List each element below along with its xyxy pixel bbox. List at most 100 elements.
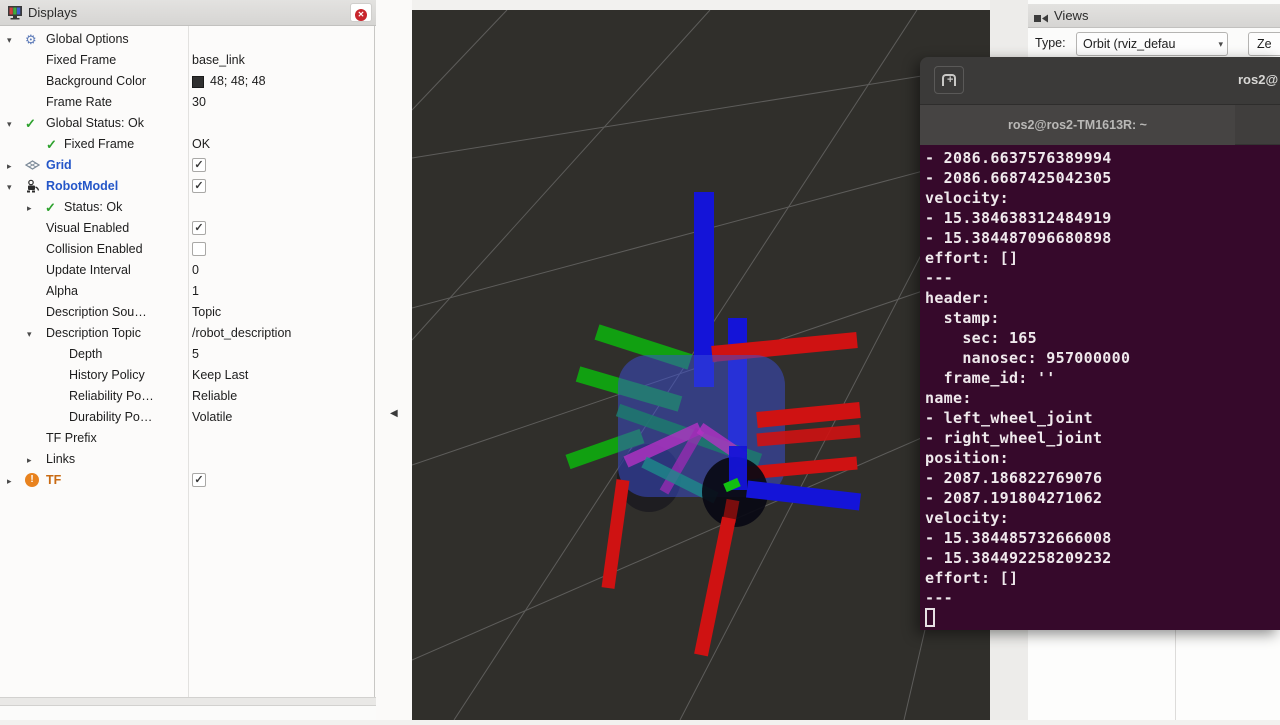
terminal-line: nanosec: 957000000 xyxy=(925,348,1280,368)
displays-close-button[interactable]: ✕ xyxy=(350,3,372,22)
tree-row-fixed-frame-status[interactable]: ✓ Fixed Frame OK xyxy=(0,134,374,155)
tree-row-description-source[interactable]: Description Sou… Topic xyxy=(0,302,374,323)
terminal-line: - 15.384487096680898 xyxy=(925,228,1280,248)
terminal-line: - 2086.6687425042305 xyxy=(925,168,1280,188)
expander-icon[interactable]: ▸ xyxy=(7,156,12,177)
row-label: Collision Enabled xyxy=(46,239,143,260)
row-label: Frame Rate xyxy=(46,92,112,113)
tree-row-tf-prefix[interactable]: TF Prefix xyxy=(0,428,374,449)
row-label: RobotModel xyxy=(46,176,118,197)
terminal-output[interactable]: - 2086.6637576389994 - 2086.668742504230… xyxy=(920,145,1280,630)
new-tab-button[interactable]: + xyxy=(934,66,964,94)
expander-icon[interactable]: ▾ xyxy=(27,324,32,345)
view-type-dropdown[interactable]: Orbit (rviz_defau ▾ xyxy=(1076,32,1228,56)
tree-row-durability-policy[interactable]: Durability Po… Volatile xyxy=(0,407,374,428)
plus-icon: + xyxy=(947,74,953,86)
terminal-line: frame_id: '' xyxy=(925,368,1280,388)
row-value[interactable]: /robot_description xyxy=(192,323,291,344)
row-value[interactable]: base_link xyxy=(192,50,245,71)
row-value[interactable]: 1 xyxy=(192,281,199,302)
terminal-tab[interactable]: ros2@ros2-TM1613R: ~ xyxy=(920,105,1235,145)
row-label: Global Options xyxy=(46,29,129,50)
tf-checkbox[interactable]: ✓ xyxy=(192,473,206,487)
expander-icon[interactable]: ▸ xyxy=(7,471,12,492)
views-panel-header[interactable]: Views xyxy=(1028,4,1280,28)
expander-icon[interactable]: ▸ xyxy=(27,450,32,471)
row-value[interactable]: 5 xyxy=(192,344,199,365)
tree-row-links[interactable]: ▸ Links xyxy=(0,449,374,470)
expander-icon[interactable]: ▾ xyxy=(7,177,12,198)
tree-row-frame-rate[interactable]: Frame Rate 30 xyxy=(0,92,374,113)
tree-row-status-ok[interactable]: ▸ ✓ Status: Ok xyxy=(0,197,374,218)
tree-row-tf[interactable]: ▸ ! TF ✓ xyxy=(0,470,374,491)
tf-axis-x xyxy=(608,480,623,588)
collapse-arrow-icon[interactable]: ◀ xyxy=(390,408,398,419)
row-value[interactable]: 0 xyxy=(192,260,199,281)
displays-bottom-splitter[interactable] xyxy=(0,697,376,706)
expander-icon[interactable]: ▾ xyxy=(7,114,12,135)
views-panel-title: Views xyxy=(1054,8,1088,23)
terminal-tabbar[interactable]: ros2@ros2-TM1613R: ~ xyxy=(920,105,1280,145)
terminal-window-title: ros2@ xyxy=(1238,72,1278,87)
row-label: Update Interval xyxy=(46,260,131,281)
row-label: TF xyxy=(46,470,61,491)
type-label: Type: xyxy=(1035,36,1066,50)
row-value[interactable]: Reliable xyxy=(192,386,237,407)
row-value[interactable]: Topic xyxy=(192,302,221,323)
row-label: Durability Po… xyxy=(69,407,152,428)
robotmodel-checkbox[interactable]: ✓ xyxy=(192,179,206,193)
tree-row-global-status[interactable]: ▾ ✓ Global Status: Ok xyxy=(0,113,374,134)
status-ok-icon: ✓ xyxy=(45,197,56,218)
tree-row-depth[interactable]: Depth 5 xyxy=(0,344,374,365)
terminal-line: effort: [] xyxy=(925,248,1280,268)
terminal-titlebar[interactable]: + ros2@ xyxy=(920,57,1280,105)
panel-viewport-splitter[interactable]: ◀ xyxy=(376,0,412,720)
terminal-window[interactable]: + ros2@ ros2@ros2-TM1613R: ~ - 2086.6637… xyxy=(920,57,1280,630)
close-icon: ✕ xyxy=(355,9,367,21)
tree-row-update-interval[interactable]: Update Interval 0 xyxy=(0,260,374,281)
tree-row-fixed-frame[interactable]: Fixed Frame base_link xyxy=(0,50,374,71)
tree-row-robotmodel[interactable]: ▾ RobotModel ✓ xyxy=(0,176,374,197)
status-ok-icon: ✓ xyxy=(25,113,36,134)
row-label: Description Sou… xyxy=(46,302,147,323)
terminal-line: - left_wheel_joint xyxy=(925,408,1280,428)
terminal-line: - 2087.186822769076 xyxy=(925,468,1280,488)
row-value[interactable]: Volatile xyxy=(192,407,232,428)
zero-button[interactable]: Ze xyxy=(1248,32,1280,56)
row-value[interactable]: 30 xyxy=(192,92,206,113)
tree-row-description-topic[interactable]: ▾ Description Topic /robot_description xyxy=(0,323,374,344)
visual-enabled-checkbox[interactable]: ✓ xyxy=(192,221,206,235)
tree-row-history-policy[interactable]: History Policy Keep Last xyxy=(0,365,374,386)
row-value: OK xyxy=(192,134,210,155)
chevron-down-icon: ▾ xyxy=(1218,39,1223,50)
row-value[interactable]: Keep Last xyxy=(192,365,248,386)
tree-row-visual-enabled[interactable]: Visual Enabled ✓ xyxy=(0,218,374,239)
expander-icon[interactable]: ▸ xyxy=(27,198,32,219)
robot-model xyxy=(568,192,860,655)
terminal-line: - 15.384492258209232 xyxy=(925,548,1280,568)
tree-row-global-options[interactable]: ▾ ⚙ Global Options xyxy=(0,29,374,50)
color-swatch[interactable] xyxy=(192,76,204,88)
tree-row-reliability-policy[interactable]: Reliability Po… Reliable xyxy=(0,386,374,407)
displays-panel-header[interactable]: Displays ✕ xyxy=(0,0,376,26)
collision-enabled-checkbox[interactable] xyxy=(192,242,206,256)
row-label: Description Topic xyxy=(46,323,141,344)
row-label: Background Color xyxy=(46,71,146,92)
row-value[interactable]: 48; 48; 48 xyxy=(210,71,266,92)
tree-row-alpha[interactable]: Alpha 1 xyxy=(0,281,374,302)
terminal-line: - 15.384638312484919 xyxy=(925,208,1280,228)
terminal-line: --- xyxy=(925,268,1280,288)
row-label: Grid xyxy=(46,155,72,176)
terminal-line: - 15.384485732666008 xyxy=(925,528,1280,548)
grid-checkbox[interactable]: ✓ xyxy=(192,158,206,172)
tf-axis-x xyxy=(757,431,860,440)
expander-icon[interactable]: ▾ xyxy=(7,30,12,51)
3d-viewport[interactable] xyxy=(412,10,990,720)
tree-row-background-color[interactable]: Background Color 48; 48; 48 xyxy=(0,71,374,92)
tree-row-collision-enabled[interactable]: Collision Enabled xyxy=(0,239,374,260)
terminal-line: stamp: xyxy=(925,308,1280,328)
terminal-line: effort: [] xyxy=(925,568,1280,588)
tree-row-grid[interactable]: ▸ Grid ✓ xyxy=(0,155,374,176)
3d-scene xyxy=(412,10,990,720)
row-label: TF Prefix xyxy=(46,428,97,449)
